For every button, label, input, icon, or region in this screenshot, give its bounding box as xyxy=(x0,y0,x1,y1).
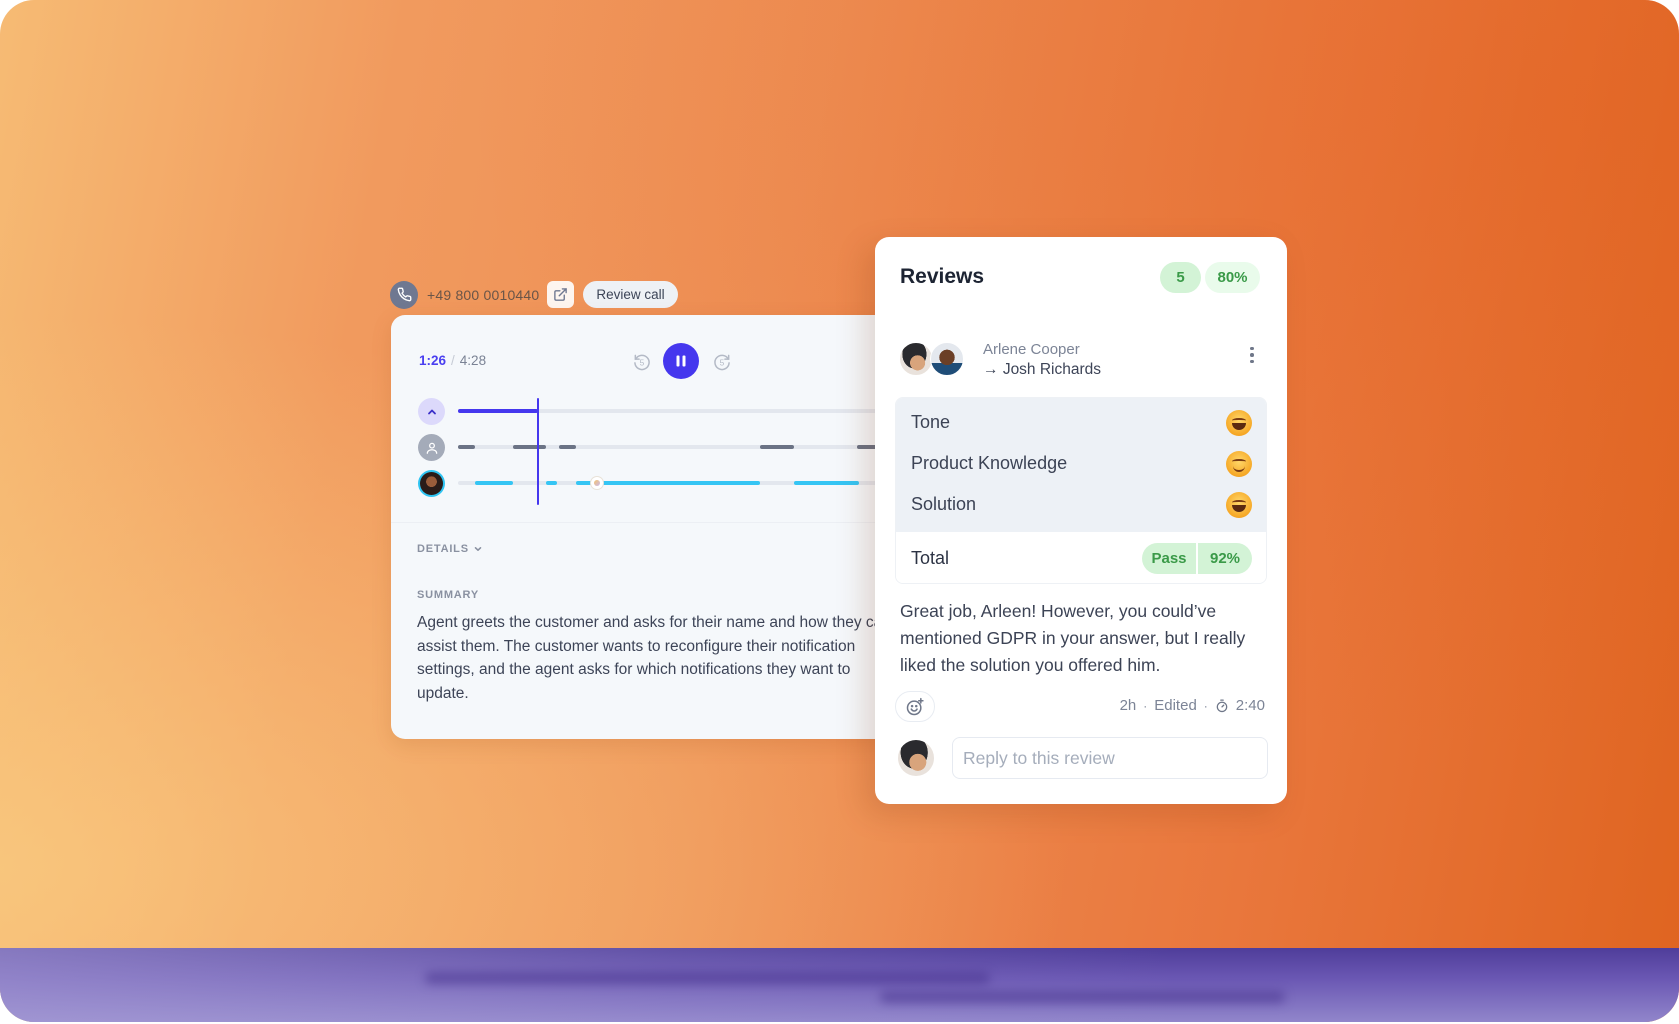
agent-speech-segment xyxy=(512,445,547,449)
review-comment: Great job, Arleen! However, you could’ve… xyxy=(900,601,1246,675)
total-row: Total Pass 92% xyxy=(896,532,1266,583)
svg-text:5: 5 xyxy=(720,357,725,367)
review-percent-badge: 80% xyxy=(1205,262,1260,293)
review-count-badge: 5 xyxy=(1160,262,1201,293)
rewind-5s-icon: 5 xyxy=(634,354,650,371)
summary-label: SUMMARY xyxy=(417,589,480,601)
grinning-emoji-icon[interactable] xyxy=(1226,409,1252,436)
agent-speech-segment xyxy=(760,445,794,449)
call-player-card: 1:26 / 4:28 5 5 DETAILS SUMMARY Agent gree… xyxy=(391,315,951,739)
stopwatch-icon xyxy=(1216,699,1228,712)
criteria-row: Tone xyxy=(896,402,1266,443)
meta-separator: · xyxy=(1203,698,1208,713)
reviewer-avatar xyxy=(899,342,933,376)
criteria-label: Solution xyxy=(911,494,977,514)
divider xyxy=(391,522,951,523)
details-toggle[interactable]: DETAILS xyxy=(417,543,483,555)
add-emoji-icon xyxy=(906,697,924,715)
pause-button[interactable] xyxy=(663,343,699,379)
user-icon xyxy=(426,442,437,454)
review-age: 2h xyxy=(1119,697,1137,714)
external-link-icon xyxy=(554,288,568,301)
review-meta: 2h · Edited · 2:40 xyxy=(1120,697,1265,714)
edited-label: Edited xyxy=(1154,697,1197,714)
time-separator: / xyxy=(451,353,455,368)
progress-track[interactable] xyxy=(458,409,878,413)
reviewee-name: → Josh Richards xyxy=(983,361,1101,379)
arrow-right-icon: → xyxy=(983,361,999,378)
comment-marker[interactable] xyxy=(590,477,603,489)
collapse-timeline-button[interactable] xyxy=(418,398,445,425)
total-duration: 4:28 xyxy=(459,353,487,368)
criteria-row: Product Knowledge xyxy=(896,443,1266,484)
total-label: Total xyxy=(911,548,950,568)
phone-number: +49 800 0010440 xyxy=(427,286,540,303)
add-reaction-button[interactable] xyxy=(895,691,935,722)
summary-line: Agent greets the customer and asks for t… xyxy=(417,614,891,631)
agent-speech-track[interactable] xyxy=(458,445,878,449)
time-display: 1:26 / 4:28 xyxy=(419,353,486,368)
criteria-label: Product Knowledge xyxy=(911,453,1068,473)
summary-text: Agent greets the customer and asks for t… xyxy=(417,611,891,705)
score-badge: 92% xyxy=(1198,543,1252,574)
grinning-emoji-icon[interactable] xyxy=(1226,491,1252,518)
kebab-dot xyxy=(1250,359,1254,364)
customer-speech-segment xyxy=(575,481,761,485)
smiling-emoji-icon[interactable] xyxy=(1226,450,1252,477)
agent-track-avatar xyxy=(418,434,445,461)
customer-speech-segment xyxy=(794,481,860,485)
floor-band xyxy=(0,948,1679,1022)
agent-speech-segment xyxy=(558,445,576,449)
summary-line: assist them. The customer wants to recon… xyxy=(417,637,856,655)
review-call-button[interactable]: Review call xyxy=(583,281,678,308)
criteria-list: Tone Product Knowledge Solution xyxy=(896,398,1266,532)
customer-speech-segment xyxy=(546,481,557,485)
phone-icon xyxy=(390,280,418,309)
background-stage: +49 800 0010440 Review call 1:26 / 4:28 5 … xyxy=(0,0,1679,1022)
reviews-title: Reviews xyxy=(900,265,985,288)
review-duration: 2:40 xyxy=(1235,697,1265,714)
reviewer-name: Arlene Cooper xyxy=(983,341,1080,358)
forward-5s-icon: 5 xyxy=(714,354,730,371)
details-label: DETAILS xyxy=(417,543,469,555)
kebab-dot xyxy=(1250,353,1254,357)
current-time: 1:26 xyxy=(419,353,447,368)
forward-5s-button[interactable]: 5 xyxy=(711,351,733,373)
pause-icon xyxy=(676,355,686,367)
reviews-card: Reviews 5 80% Arlene Cooper → Josh Richa… xyxy=(875,237,1287,804)
total-badges: Pass 92% xyxy=(1142,543,1252,574)
reply-input[interactable] xyxy=(952,737,1268,779)
current-user-avatar xyxy=(898,740,934,776)
criteria-table: Tone Product Knowledge Solution Total Pa… xyxy=(895,397,1267,584)
more-options-button[interactable] xyxy=(1245,345,1259,365)
rewind-5s-button[interactable]: 5 xyxy=(631,351,653,373)
pass-badge: Pass xyxy=(1142,543,1198,574)
kebab-dot xyxy=(1250,346,1254,351)
card-reflection xyxy=(425,972,990,984)
summary-line: update. xyxy=(417,684,469,702)
reviewee-avatar xyxy=(930,342,964,376)
customer-speech-segment xyxy=(474,481,513,485)
criteria-row: Solution xyxy=(896,484,1266,525)
reviewee-label: Josh Richards xyxy=(1002,361,1102,378)
open-external-button[interactable] xyxy=(547,281,575,308)
agent-speech-segment xyxy=(458,445,475,449)
progress-fill xyxy=(458,409,538,413)
meta-separator: · xyxy=(1143,698,1148,713)
customer-avatar xyxy=(418,470,445,497)
playhead[interactable] xyxy=(536,398,539,505)
chevron-down-icon xyxy=(474,547,482,551)
card-reflection xyxy=(880,991,1285,1003)
criteria-label: Tone xyxy=(911,412,951,432)
chevron-up-icon xyxy=(427,409,436,414)
customer-face xyxy=(420,472,443,495)
svg-text:5: 5 xyxy=(640,357,645,367)
customer-speech-track[interactable] xyxy=(458,477,878,489)
call-bar: +49 800 0010440 Review call xyxy=(390,280,678,309)
summary-line: settings, and the agent asks for which n… xyxy=(417,661,851,678)
